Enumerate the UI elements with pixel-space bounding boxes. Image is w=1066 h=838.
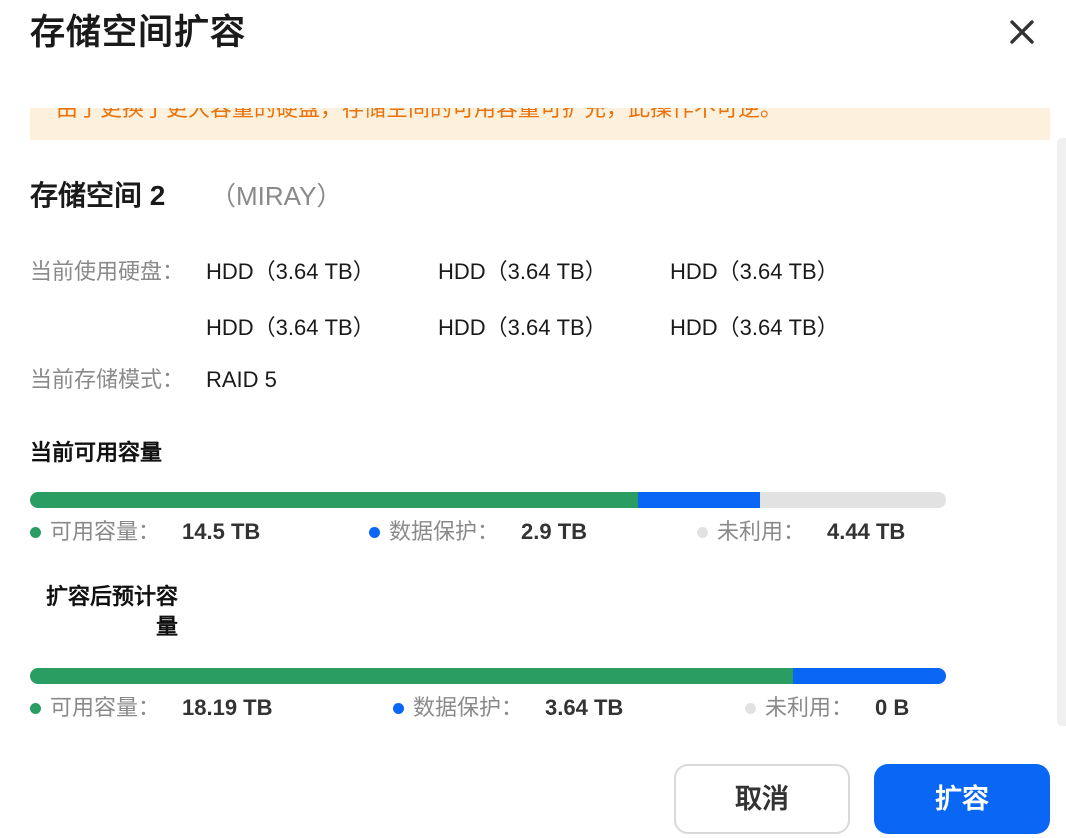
legend-label: 数据保护： (389, 519, 500, 544)
legend-value: 0 B (875, 695, 910, 720)
legend-label: 数据保护： (413, 695, 524, 720)
disks-label: 当前使用硬盘： (30, 259, 185, 284)
warning-notice-text: 由于更换了更大容量的硬盘，存储空间的可用容量可扩充，此操作不可逆。 (56, 108, 783, 121)
current-unused-segment (759, 492, 946, 508)
warning-notice: 由于更换了更大容量的硬盘，存储空间的可用容量可扩充，此操作不可逆。 (30, 108, 1050, 140)
disk-item: HDD（3.64 TB） (670, 259, 839, 284)
expanded-available-segment (30, 668, 794, 684)
expanded-capacity-bar (30, 668, 946, 684)
pool-name: 存储空间 2 (30, 180, 166, 211)
legend-dot (30, 702, 41, 714)
legend-value: 18.19 TB (182, 695, 273, 720)
pool-type: （MIRAY） (210, 181, 343, 211)
expand-button[interactable]: 扩容 (874, 764, 1050, 834)
current-legend-available: 可用容量： 14.5 TB (30, 517, 260, 547)
current-legend-protection: 数据保护： 2.9 TB (369, 517, 587, 547)
legend-dot (745, 702, 756, 714)
legend-dot (369, 526, 380, 538)
current-protection-segment (638, 492, 760, 508)
storage-mode-label: 当前存储模式： (30, 367, 185, 392)
legend-label: 未利用： (717, 519, 806, 544)
disk-item: HDD（3.64 TB） (206, 259, 375, 284)
expanded-legend-available: 可用容量： 18.19 TB (30, 693, 273, 723)
expanded-legend-unused: 未利用： 0 B (745, 693, 909, 723)
storage-mode-value: RAID 5 (206, 367, 277, 392)
close-icon (1010, 20, 1034, 44)
legend-dot (393, 702, 404, 714)
current-legend-unused: 未利用： 4.44 TB (697, 517, 905, 547)
legend-dot (30, 526, 41, 538)
legend-value: 3.64 TB (545, 695, 624, 720)
scrollbar[interactable] (1057, 138, 1066, 726)
current-capacity-bar (30, 492, 946, 508)
legend-label: 可用容量： (50, 519, 161, 544)
close-button[interactable] (1004, 14, 1040, 50)
current-capacity-title: 当前可用容量 (30, 440, 163, 465)
expand-storage-dialog: 存储空间扩容 由于更换了更大容量的硬盘，存储空间的可用容量可扩充，此操作不可逆。… (0, 0, 1066, 838)
legend-value: 2.9 TB (521, 519, 588, 544)
expanded-capacity-title: 扩容后预计容量 (45, 584, 178, 639)
disk-item: HDD（3.64 TB） (438, 259, 607, 284)
cancel-button[interactable]: 取消 (674, 764, 850, 834)
expanded-legend-protection: 数据保护： 3.64 TB (393, 693, 623, 723)
dialog-title: 存储空间扩容 (30, 13, 247, 52)
current-available-segment (30, 492, 639, 508)
disk-item: HDD（3.64 TB） (206, 315, 375, 340)
legend-label: 未利用： (765, 695, 854, 720)
legend-value: 14.5 TB (182, 519, 261, 544)
expanded-protection-segment (793, 668, 946, 684)
legend-label: 可用容量： (50, 695, 161, 720)
disk-item: HDD（3.64 TB） (438, 315, 607, 340)
disk-item: HDD（3.64 TB） (670, 315, 839, 340)
legend-dot (697, 526, 708, 538)
legend-value: 4.44 TB (827, 519, 906, 544)
